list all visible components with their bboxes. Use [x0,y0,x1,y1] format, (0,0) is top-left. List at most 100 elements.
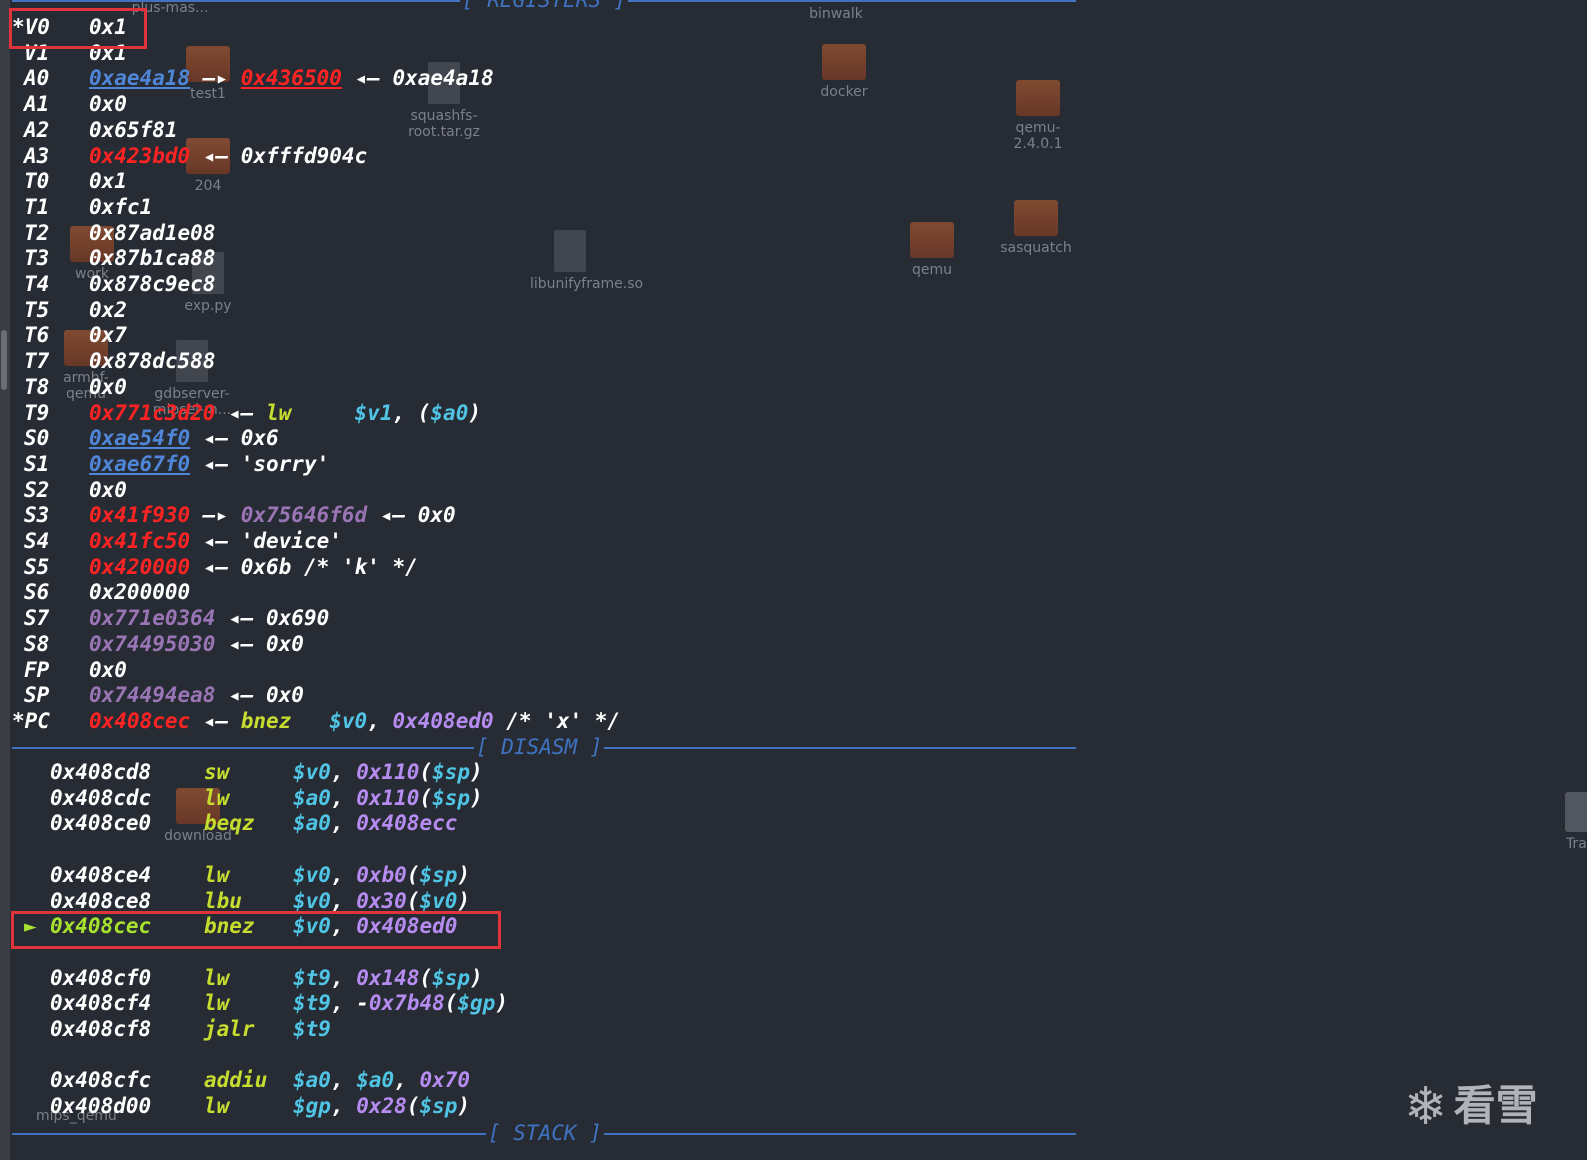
token: 0x0 [266,683,304,708]
desktop-icon[interactable]: Tras [1540,792,1587,852]
token: , [330,965,357,990]
token: ( [444,991,458,1016]
token: $a0 [293,785,331,810]
token: 0x423bd0 [89,143,191,168]
token: ( [419,785,433,810]
token: 0x6b /* 'k' */ [240,554,418,579]
token: 0x74494ea8 [89,683,216,708]
register-value: 0xae54f0 ◂— 0x6 [89,426,279,452]
token: $v0 [419,888,458,913]
instruction-mnemonic: jalr [204,1017,255,1041]
register-name: T4 [24,272,50,296]
instruction-operands: $v0, 0xb0($sp) [293,863,470,889]
token: ) [470,760,483,784]
token: 0x0 [266,631,304,656]
token: $t9 [293,1017,331,1041]
token: 0xfc1 [89,194,153,219]
token: ) [457,1094,471,1119]
instruction-mnemonic: lw [204,862,230,887]
register-name: S5 [24,554,50,579]
token: $gp [293,1094,331,1119]
token: ( [406,888,420,913]
disasm-separator: [ DISASM ] [12,735,1076,761]
register-name: *PC [12,708,50,733]
token: 0x110 [356,760,420,784]
token: 0x408cec [89,708,191,733]
registers-header: [ REGISTERS ] [460,0,629,14]
register-name: T1 [24,194,50,219]
instruction-address: 0x408ce4 [50,862,152,887]
token: $t9 [293,965,331,990]
token: ( [406,862,420,887]
token: $t9 [293,991,331,1016]
token: 0x87b1ca88 [89,246,216,271]
token: $sp [432,965,471,990]
stack-header: [ STACK ] [486,1121,604,1147]
token: ◂— [215,631,267,656]
register-value: 0xae4a18 —▸ 0x436500 ◂— 0xae4a18 [89,66,494,92]
instruction-mnemonic: lw [204,991,230,1016]
token: 0x30 [356,888,407,913]
register-value: 0x1 [89,169,127,195]
instruction-operands: $a0, 0x110($sp) [293,786,483,812]
token: 0x408ecc [356,811,458,836]
instruction-operands: $t9, 0x148($sp) [293,966,483,992]
register-name: S3 [24,503,50,528]
token: ( [406,1094,420,1119]
register-value: 0x2 [89,298,127,324]
token: , [330,760,357,784]
token: 0x0 [89,477,127,502]
register-value: 0x0 [89,478,127,504]
token: 0xfffd904c [240,143,368,168]
instruction-operands: $t9, -0x7b48($gp) [293,991,508,1017]
register-name: S4 [24,529,50,553]
token: ) [457,862,471,887]
token: , [394,1068,420,1093]
token: 0x1 [89,169,127,194]
register-name: T0 [24,169,50,194]
token: 0xae4a18 [392,66,494,91]
register-value: 0x0 [89,92,127,118]
instruction-mnemonic: sw [204,760,230,784]
token: $sp [432,760,471,784]
register-name: S7 [24,606,50,631]
scrollbar[interactable] [0,0,10,1160]
token: ◂— [190,426,241,451]
instruction-address: 0x408cf0 [50,965,152,990]
token: 0x0 [89,374,127,399]
token: $a0 [430,400,469,425]
instruction-address: 0x408d00 [50,1094,152,1119]
token: ◂— [215,683,267,708]
token: 0x878c9ec8 [89,272,216,296]
instruction-address: 0x408ce0 [50,811,152,836]
token: 0xae54f0 [89,426,191,451]
token: , [330,888,357,913]
token: 0xae67f0 [89,451,191,476]
gdb-terminal[interactable]: [ REGISTERS ] *V0 0x1 V1 0x1 A0 0xae4a18 —▸ 0… [12,0,1076,1160]
instruction-operands: $t9 [293,1017,331,1043]
token: 0x878dc588 [89,349,216,374]
token: 0x6 [240,426,279,451]
register-name: S2 [24,477,50,502]
token: 0x771c3d20 [89,400,216,425]
token: 0x690 [266,606,330,631]
register-name: T2 [24,220,50,245]
token: ◂— [367,503,418,528]
register-name: A3 [24,143,50,168]
scrollbar-thumb[interactable] [1,330,7,390]
token: 0x74495030 [89,631,216,656]
token: 0x75646f6d [240,503,368,528]
register-value: 0x423bd0 ◂— 0xfffd904c [89,144,367,170]
register-name: SP [24,683,50,708]
token: ) [457,888,471,913]
token: $v0 [293,888,331,913]
token: ( [419,760,433,784]
register-value: 0x0 [89,658,127,684]
token: 0x0 [89,657,127,682]
instruction-mnemonic: lw [204,965,230,990]
register-name: S0 [24,426,50,451]
register-value: 0x878c9ec8 [89,272,215,298]
register-name: T8 [24,374,50,399]
register-value: 0x74494ea8 ◂— 0x0 [89,683,304,709]
